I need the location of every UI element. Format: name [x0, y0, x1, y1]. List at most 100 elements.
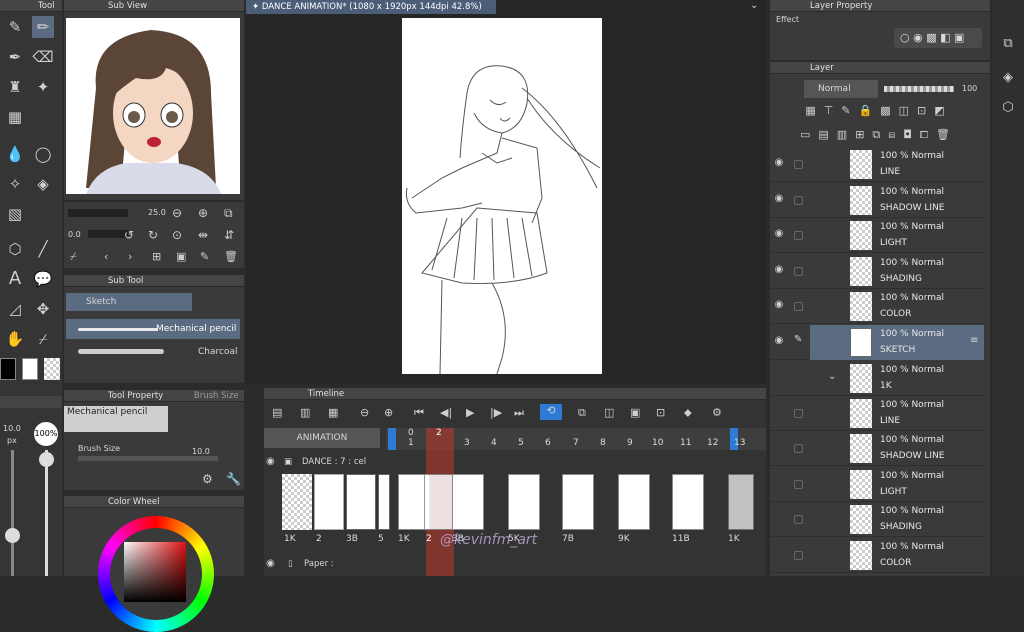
- lock-alpha-icon[interactable]: ▩: [880, 104, 898, 117]
- camera-icon[interactable]: ⊡: [656, 406, 665, 419]
- merge-icon[interactable]: ⧉: [872, 128, 888, 141]
- sparkle-icon[interactable]: ✦: [32, 76, 54, 98]
- main-color-swatch[interactable]: [0, 358, 16, 380]
- layer-checkbox[interactable]: [794, 480, 803, 489]
- layer-checkbox[interactable]: [794, 267, 803, 276]
- text-icon[interactable]: A: [4, 268, 26, 290]
- eye-icon[interactable]: ◉: [772, 335, 786, 346]
- gradient-icon[interactable]: ▧: [4, 203, 26, 225]
- eye-icon[interactable]: ◉: [772, 299, 786, 310]
- pencil-icon[interactable]: ✏: [32, 16, 54, 38]
- canvas-tab[interactable]: ✦ DANCE ANIMATION* (1080 x 1920px 144dpi…: [246, 0, 496, 14]
- dock-layer-search-icon[interactable]: ⬡: [998, 100, 1018, 120]
- prev-frame-icon[interactable]: ◀|: [440, 406, 452, 419]
- play-icon[interactable]: ▶: [466, 406, 474, 419]
- layer-checkbox[interactable]: [794, 515, 803, 524]
- layer-row[interactable]: 100 % Normal COLOR: [770, 538, 984, 573]
- next-icon[interactable]: ›: [128, 250, 132, 263]
- timeline-cel[interactable]: [618, 474, 650, 530]
- zoom-slider[interactable]: [68, 209, 128, 217]
- loop-icon[interactable]: ⟲: [540, 404, 562, 420]
- pen-edit-icon[interactable]: ✎: [794, 334, 803, 345]
- flip-vertical-icon[interactable]: ⇵: [224, 228, 234, 242]
- layer-row[interactable]: 100 % Normal LINE: [770, 396, 984, 431]
- timeline-cel[interactable]: [728, 474, 754, 530]
- lightbox-icon[interactable]: ◫: [604, 406, 614, 419]
- timeline-name-select[interactable]: ANIMATION: [264, 428, 380, 448]
- eyedropper-small-icon[interactable]: ⌿: [70, 250, 77, 264]
- combine-icon[interactable]: ⧈: [888, 128, 903, 141]
- dock-layers-icon[interactable]: ◈: [998, 70, 1018, 90]
- trash-icon[interactable]: 🗑: [224, 250, 238, 263]
- balloon-icon[interactable]: 💬: [32, 268, 54, 290]
- onion-skin-icon[interactable]: ⧉: [578, 406, 586, 420]
- sub-tool-item-charcoal[interactable]: Charcoal: [66, 341, 240, 361]
- zoom-out-timeline-icon[interactable]: ⊖: [360, 406, 369, 419]
- fountain-pen-icon[interactable]: ✒: [4, 46, 26, 68]
- lock-icon[interactable]: 🔒: [859, 104, 881, 117]
- timeline-edit-icon[interactable]: ▥: [300, 406, 310, 419]
- layer-row[interactable]: 100 % Normal SHADING: [770, 502, 984, 537]
- first-frame-icon[interactable]: ⏮: [414, 406, 424, 420]
- timeline-cel[interactable]: [562, 474, 594, 530]
- flip-horizontal-icon[interactable]: ⇹: [198, 228, 208, 242]
- layer-row[interactable]: ◉ 100 % Normal LINE: [770, 147, 984, 182]
- track-paper[interactable]: ▯ Paper :: [286, 556, 386, 572]
- saturation-value-square[interactable]: [124, 542, 186, 602]
- track-dance[interactable]: ▣ DANCE : 7 : cel: [282, 454, 392, 470]
- new-vector-layer-icon[interactable]: ▤: [818, 128, 836, 141]
- eye-icon[interactable]: ◉: [772, 228, 786, 239]
- opacity-bar[interactable]: [884, 86, 954, 92]
- reset-rotation-icon[interactable]: ⊙: [172, 228, 182, 242]
- layer-row[interactable]: 100 % Normal SHADOW LINE: [770, 431, 984, 466]
- rotate-left-icon[interactable]: ↺: [124, 228, 134, 242]
- brush-size-tab[interactable]: Brush Size: [194, 391, 239, 401]
- layer-checkbox[interactable]: [794, 302, 803, 311]
- layer-color-swatch-icon[interactable]: ◩: [934, 104, 952, 117]
- sub-color-swatch[interactable]: [22, 358, 38, 380]
- new-folder-icon[interactable]: ⊞: [855, 128, 872, 141]
- tone-effect-icon[interactable]: ◉: [913, 31, 923, 44]
- brush-size-prop-slider[interactable]: [78, 456, 218, 461]
- draft-icon[interactable]: ✎: [841, 104, 858, 117]
- reference-icon[interactable]: ⊤: [824, 104, 842, 117]
- timeline-frames-icon[interactable]: ▦: [328, 406, 338, 419]
- blend-icon[interactable]: 💧: [4, 143, 26, 165]
- hand-icon[interactable]: ✋: [4, 328, 26, 350]
- sub-tool-item-mechanical-pencil[interactable]: Mechanical pencil: [66, 319, 240, 339]
- folder-collapse-icon[interactable]: ⌄: [828, 371, 836, 382]
- line-icon[interactable]: ╱: [32, 238, 54, 260]
- rotate-slider[interactable]: [88, 230, 128, 238]
- layer-row[interactable]: ◉ 100 % Normal SHADOW LINE: [770, 183, 984, 218]
- drag-handle-icon[interactable]: ≡: [970, 335, 978, 346]
- timeline-new-icon[interactable]: ▤: [272, 406, 282, 419]
- eyedropper-icon[interactable]: ⌿: [32, 328, 54, 350]
- settings-icon[interactable]: ⚙: [202, 472, 213, 486]
- border-effect-icon[interactable]: ○: [900, 31, 910, 44]
- cel-icon[interactable]: ▣: [630, 406, 640, 419]
- canvas[interactable]: [402, 18, 602, 375]
- layer-folder-row[interactable]: ⌄ 100 % Normal 1K: [770, 361, 984, 396]
- clip-icon[interactable]: ▦: [805, 104, 823, 117]
- more-effects-icon[interactable]: ▣: [954, 31, 964, 44]
- airbrush-icon[interactable]: ♜: [4, 76, 26, 98]
- layer-color-icon[interactable]: ▩: [926, 31, 936, 44]
- new-raster-layer-icon[interactable]: ▭: [800, 128, 818, 141]
- layer-checkbox[interactable]: [794, 551, 803, 560]
- cel-thumbnail[interactable]: [378, 474, 390, 530]
- dock-layer-property-icon[interactable]: ⧉: [998, 36, 1018, 56]
- timeline-cel[interactable]: [452, 474, 484, 530]
- edit-icon[interactable]: ✎: [200, 250, 209, 263]
- layer-checkbox[interactable]: [794, 231, 803, 240]
- chevron-down-icon[interactable]: ⌄: [750, 0, 758, 11]
- fit-icon[interactable]: ⧉: [224, 206, 233, 221]
- new-animation-folder-icon[interactable]: ▥: [837, 128, 855, 141]
- blend-mode-select[interactable]: Normal: [804, 80, 878, 98]
- layer-checkbox[interactable]: [794, 160, 803, 169]
- rotate-right-icon[interactable]: ↻: [148, 228, 158, 242]
- zoom-in-timeline-icon[interactable]: ⊕: [384, 406, 393, 419]
- import-icon[interactable]: ⊞: [152, 250, 161, 263]
- prev-icon[interactable]: ‹: [104, 250, 108, 263]
- keyframe-icon[interactable]: ⬥: [684, 406, 692, 420]
- zoom-out-icon[interactable]: ⊖: [172, 206, 182, 220]
